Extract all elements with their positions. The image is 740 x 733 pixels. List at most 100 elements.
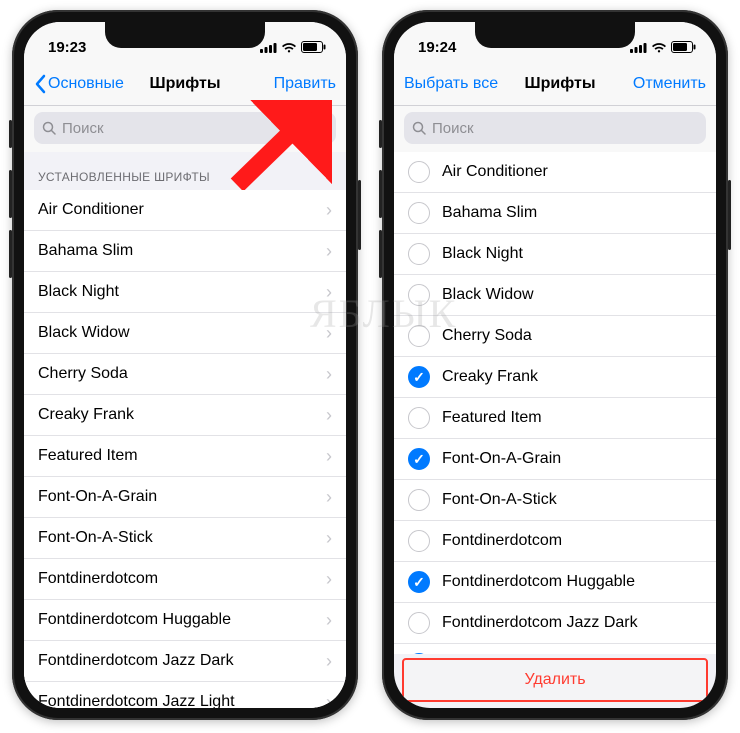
checkbox-checked-icon[interactable] bbox=[408, 448, 430, 470]
search-input[interactable]: Поиск bbox=[404, 112, 706, 144]
font-name: Air Conditioner bbox=[442, 163, 702, 181]
checkbox-unchecked-icon[interactable] bbox=[408, 325, 430, 347]
font-row[interactable]: Font-On-A-Grain› bbox=[24, 477, 346, 518]
font-name: Black Night bbox=[442, 245, 702, 263]
font-row[interactable]: Creaky Frank› bbox=[24, 395, 346, 436]
search-icon bbox=[42, 121, 56, 135]
chevron-right-icon: › bbox=[326, 651, 332, 672]
font-row-edit[interactable]: Fontdinerdotcom Jazz Dark bbox=[394, 603, 716, 644]
font-name: Bahama Slim bbox=[38, 242, 326, 260]
font-row[interactable]: Fontdinerdotcom Jazz Dark› bbox=[24, 641, 346, 682]
font-row[interactable]: Fontdinerdotcom Jazz Light› bbox=[24, 682, 346, 708]
font-row[interactable]: Featured Item› bbox=[24, 436, 346, 477]
font-name: Fontdinerdotcom Huggable bbox=[38, 611, 326, 629]
search-placeholder: Поиск bbox=[432, 120, 474, 137]
font-row[interactable]: Font-On-A-Stick› bbox=[24, 518, 346, 559]
font-row-edit[interactable]: Font-On-A-Grain bbox=[394, 439, 716, 480]
chevron-right-icon: › bbox=[326, 364, 332, 385]
search-wrap: Поиск bbox=[394, 106, 716, 152]
font-name: Black Night bbox=[38, 283, 326, 301]
chevron-right-icon: › bbox=[326, 569, 332, 590]
font-row[interactable]: Black Night› bbox=[24, 272, 346, 313]
font-row-edit[interactable]: Bahama Slim bbox=[394, 193, 716, 234]
nav-edit-button[interactable]: Править bbox=[246, 75, 336, 93]
font-row-edit[interactable]: Featured Item bbox=[394, 398, 716, 439]
font-name: Cherry Soda bbox=[38, 365, 326, 383]
font-name: Bahama Slim bbox=[442, 204, 702, 222]
font-name: Fontdinerdotcom Jazz Light bbox=[38, 693, 326, 708]
font-row-edit[interactable]: Fontdinerdotcom bbox=[394, 521, 716, 562]
delete-label: Удалить bbox=[524, 671, 585, 689]
nav-back-button[interactable]: Основные bbox=[34, 74, 124, 94]
font-name: Featured Item bbox=[38, 447, 326, 465]
chevron-right-icon: › bbox=[326, 528, 332, 549]
font-name: Creaky Frank bbox=[38, 406, 326, 424]
section-header: УСТАНОВЛЕННЫЕ ШРИФТЫ bbox=[24, 152, 346, 190]
signal-icon bbox=[260, 42, 277, 53]
search-input[interactable]: Поиск bbox=[34, 112, 336, 144]
checkbox-unchecked-icon[interactable] bbox=[408, 243, 430, 265]
screen-right: 19:24 Выбрать все Шрифты Отменить Поиск … bbox=[394, 22, 716, 708]
checkbox-unchecked-icon[interactable] bbox=[408, 407, 430, 429]
font-row[interactable]: Fontdinerdotcom Huggable› bbox=[24, 600, 346, 641]
checkbox-unchecked-icon[interactable] bbox=[408, 161, 430, 183]
font-row[interactable]: Cherry Soda› bbox=[24, 354, 346, 395]
font-row[interactable]: Black Widow› bbox=[24, 313, 346, 354]
font-row-edit[interactable]: Black Night bbox=[394, 234, 716, 275]
font-name: Black Widow bbox=[442, 286, 702, 304]
search-wrap: Поиск bbox=[24, 106, 346, 152]
chevron-right-icon: › bbox=[326, 323, 332, 344]
chevron-right-icon: › bbox=[326, 446, 332, 467]
font-name: Font-On-A-Grain bbox=[38, 488, 326, 506]
font-row[interactable]: Air Conditioner› bbox=[24, 190, 346, 231]
search-placeholder: Поиск bbox=[62, 120, 104, 137]
checkbox-unchecked-icon[interactable] bbox=[408, 530, 430, 552]
delete-button[interactable]: Удалить bbox=[402, 658, 708, 702]
checkbox-unchecked-icon[interactable] bbox=[408, 284, 430, 306]
font-row-edit[interactable]: Cherry Soda bbox=[394, 316, 716, 357]
font-name: Fontdinerdotcom Jazz Dark bbox=[38, 652, 326, 670]
chevron-right-icon: › bbox=[326, 610, 332, 631]
font-row-edit[interactable]: Fontdinerdotcom Huggable bbox=[394, 562, 716, 603]
checkbox-checked-icon[interactable] bbox=[408, 366, 430, 388]
checkbox-checked-icon[interactable] bbox=[408, 571, 430, 593]
status-icons bbox=[260, 41, 326, 53]
checkbox-unchecked-icon[interactable] bbox=[408, 202, 430, 224]
chevron-right-icon: › bbox=[326, 200, 332, 221]
nav-title: Шрифты bbox=[124, 75, 246, 93]
font-row-edit[interactable]: Fontdinerdotcom Jazz Light bbox=[394, 644, 716, 654]
notch bbox=[475, 22, 635, 48]
checkbox-unchecked-icon[interactable] bbox=[408, 612, 430, 634]
chevron-right-icon: › bbox=[326, 487, 332, 508]
font-row-edit[interactable]: Black Widow bbox=[394, 275, 716, 316]
font-row[interactable]: Bahama Slim› bbox=[24, 231, 346, 272]
chevron-right-icon: › bbox=[326, 241, 332, 262]
phone-left: 19:23 Основные Шрифты Править Поиск УСТА… bbox=[12, 10, 358, 720]
nav-back-label: Основные bbox=[48, 75, 124, 93]
font-name: Black Widow bbox=[38, 324, 326, 342]
font-name: Fontdinerdotcom Huggable bbox=[442, 573, 702, 591]
wifi-icon bbox=[281, 42, 297, 53]
chevron-right-icon: › bbox=[326, 282, 332, 303]
nav-select-all-button[interactable]: Выбрать все bbox=[404, 75, 504, 93]
font-row[interactable]: Fontdinerdotcom› bbox=[24, 559, 346, 600]
font-name: Fontdinerdotcom bbox=[442, 532, 702, 550]
chevron-right-icon: › bbox=[326, 405, 332, 426]
font-row-edit[interactable]: Air Conditioner bbox=[394, 152, 716, 193]
chevron-left-icon bbox=[34, 74, 46, 94]
font-name: Font-On-A-Stick bbox=[442, 491, 702, 509]
font-row-edit[interactable]: Creaky Frank bbox=[394, 357, 716, 398]
font-name: Font-On-A-Grain bbox=[442, 450, 702, 468]
nav-bar: Выбрать все Шрифты Отменить bbox=[394, 62, 716, 106]
font-list-edit[interactable]: Air Conditioner Bahama Slim Black Night Bla… bbox=[394, 152, 716, 654]
checkbox-checked-icon[interactable] bbox=[408, 653, 430, 654]
font-list[interactable]: Air Conditioner›Bahama Slim›Black Night›… bbox=[24, 190, 346, 708]
font-name: Fontdinerdotcom bbox=[38, 570, 326, 588]
font-name: Cherry Soda bbox=[442, 327, 702, 345]
checkbox-unchecked-icon[interactable] bbox=[408, 489, 430, 511]
font-row-edit[interactable]: Font-On-A-Stick bbox=[394, 480, 716, 521]
nav-bar: Основные Шрифты Править bbox=[24, 62, 346, 106]
nav-cancel-button[interactable]: Отменить bbox=[616, 75, 706, 93]
screen-left: 19:23 Основные Шрифты Править Поиск УСТА… bbox=[24, 22, 346, 708]
font-name: Font-On-A-Stick bbox=[38, 529, 326, 547]
